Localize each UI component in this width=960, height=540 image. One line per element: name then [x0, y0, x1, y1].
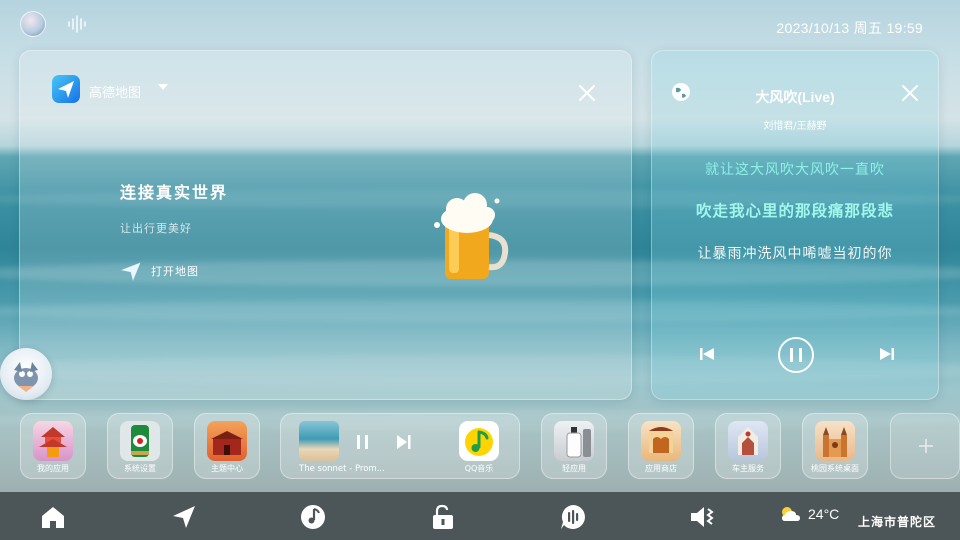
music-card[interactable]: 大风吹(Live) 刘惜君/王赫野 就让这大风吹大风吹一直吹 吹走我心里的那段痛… — [651, 50, 939, 400]
lyric-line-next: 让暴雨冲洗风中唏嘘当初的你 — [697, 246, 893, 262]
chevron-down-icon[interactable] — [158, 84, 168, 90]
pavilion-app-icon — [33, 421, 73, 461]
cathedral-icon — [815, 421, 855, 461]
song-title: 大风吹(Live) — [755, 89, 835, 105]
location-label: 上海市普陀区 — [858, 515, 937, 529]
assistant-avatar[interactable] — [0, 348, 52, 400]
close-icon[interactable] — [900, 83, 920, 103]
beer-mug-icon — [434, 193, 509, 279]
dock-label: 主题中心 — [211, 464, 243, 473]
qq-music-label: QQ音乐 — [464, 464, 494, 473]
add-app-button[interactable] — [890, 413, 960, 479]
date-time: 2023/10/13 周五 19:59 — [776, 20, 923, 36]
open-map-button[interactable]: 打开地图 — [120, 261, 199, 281]
navigation-icon[interactable] — [170, 503, 198, 531]
pause-icon[interactable] — [354, 433, 372, 451]
dock-label: 系统设置 — [124, 464, 156, 473]
voice-assistant-icon[interactable] — [559, 503, 587, 531]
lyric-line-previous: 就让这大风吹大风吹一直吹 — [705, 162, 885, 178]
bottle-icon — [554, 421, 594, 461]
dock-taoyuan-desktop[interactable]: 桃园系统桌面 — [802, 413, 868, 479]
volume-icon[interactable] — [689, 503, 717, 531]
pause-button[interactable] — [778, 337, 814, 373]
dock-owner-services[interactable]: 车主服务 — [715, 413, 781, 479]
voice-wave-icon[interactable] — [66, 14, 88, 34]
dock-theme-center[interactable]: 主题中心 — [194, 413, 260, 479]
open-map-label: 打开地图 — [151, 265, 199, 278]
bottom-nav-bar: 24°C 上海市普陀区 — [0, 492, 960, 540]
dock-system-settings[interactable]: 系统设置 — [107, 413, 173, 479]
home-icon[interactable] — [39, 503, 67, 531]
map-app-name[interactable]: 高德地图 — [89, 82, 141, 101]
previous-track-icon[interactable] — [698, 345, 716, 363]
mini-track-title: The sonnet - Prom... — [299, 464, 385, 474]
map-subtitle: 让出行更美好 — [120, 222, 192, 235]
dock-label: 轻应用 — [562, 464, 586, 473]
church-icon — [728, 421, 768, 461]
dock-label: 应用商店 — [645, 464, 677, 473]
plus-icon — [919, 439, 933, 453]
partly-cloudy-icon — [782, 507, 800, 521]
album-cover[interactable] — [299, 421, 339, 461]
map-card[interactable]: 高德地图 连接真实世界 让出行更美好 打开地图 — [19, 50, 632, 400]
dock-app-store[interactable]: 应用商店 — [628, 413, 694, 479]
mini-music-player[interactable]: The sonnet - Prom... QQ音乐 — [280, 413, 520, 479]
navigation-arrow-icon — [120, 262, 141, 281]
dock-label: 我的应用 — [37, 464, 69, 473]
temple-icon — [641, 421, 681, 461]
beer-can-icon — [120, 421, 160, 461]
temperature: 24°C — [808, 506, 840, 522]
pause-icon — [790, 348, 802, 362]
dock-label: 车主服务 — [732, 464, 764, 473]
dock-label: 桃园系统桌面 — [811, 464, 859, 473]
palace-icon — [207, 421, 247, 461]
close-icon[interactable] — [577, 83, 597, 103]
music-icon[interactable] — [299, 503, 327, 531]
weather-widget[interactable]: 24°C — [778, 505, 839, 523]
qq-music-icon[interactable] — [459, 421, 499, 461]
song-artist: 刘惜君/王赫野 — [763, 121, 827, 132]
unlock-icon[interactable] — [429, 503, 457, 531]
dock-light-apps[interactable]: 轻应用 — [541, 413, 607, 479]
map-slogan: 连接真实世界 — [120, 183, 229, 202]
user-avatar[interactable] — [20, 11, 46, 37]
dock-my-apps[interactable]: 我的应用 — [20, 413, 86, 479]
lyric-line-current: 吹走我心里的那段痛那段悲 — [695, 202, 894, 220]
next-track-icon[interactable] — [878, 345, 896, 363]
amap-logo-icon[interactable] — [52, 75, 80, 103]
next-track-icon[interactable] — [395, 433, 413, 451]
